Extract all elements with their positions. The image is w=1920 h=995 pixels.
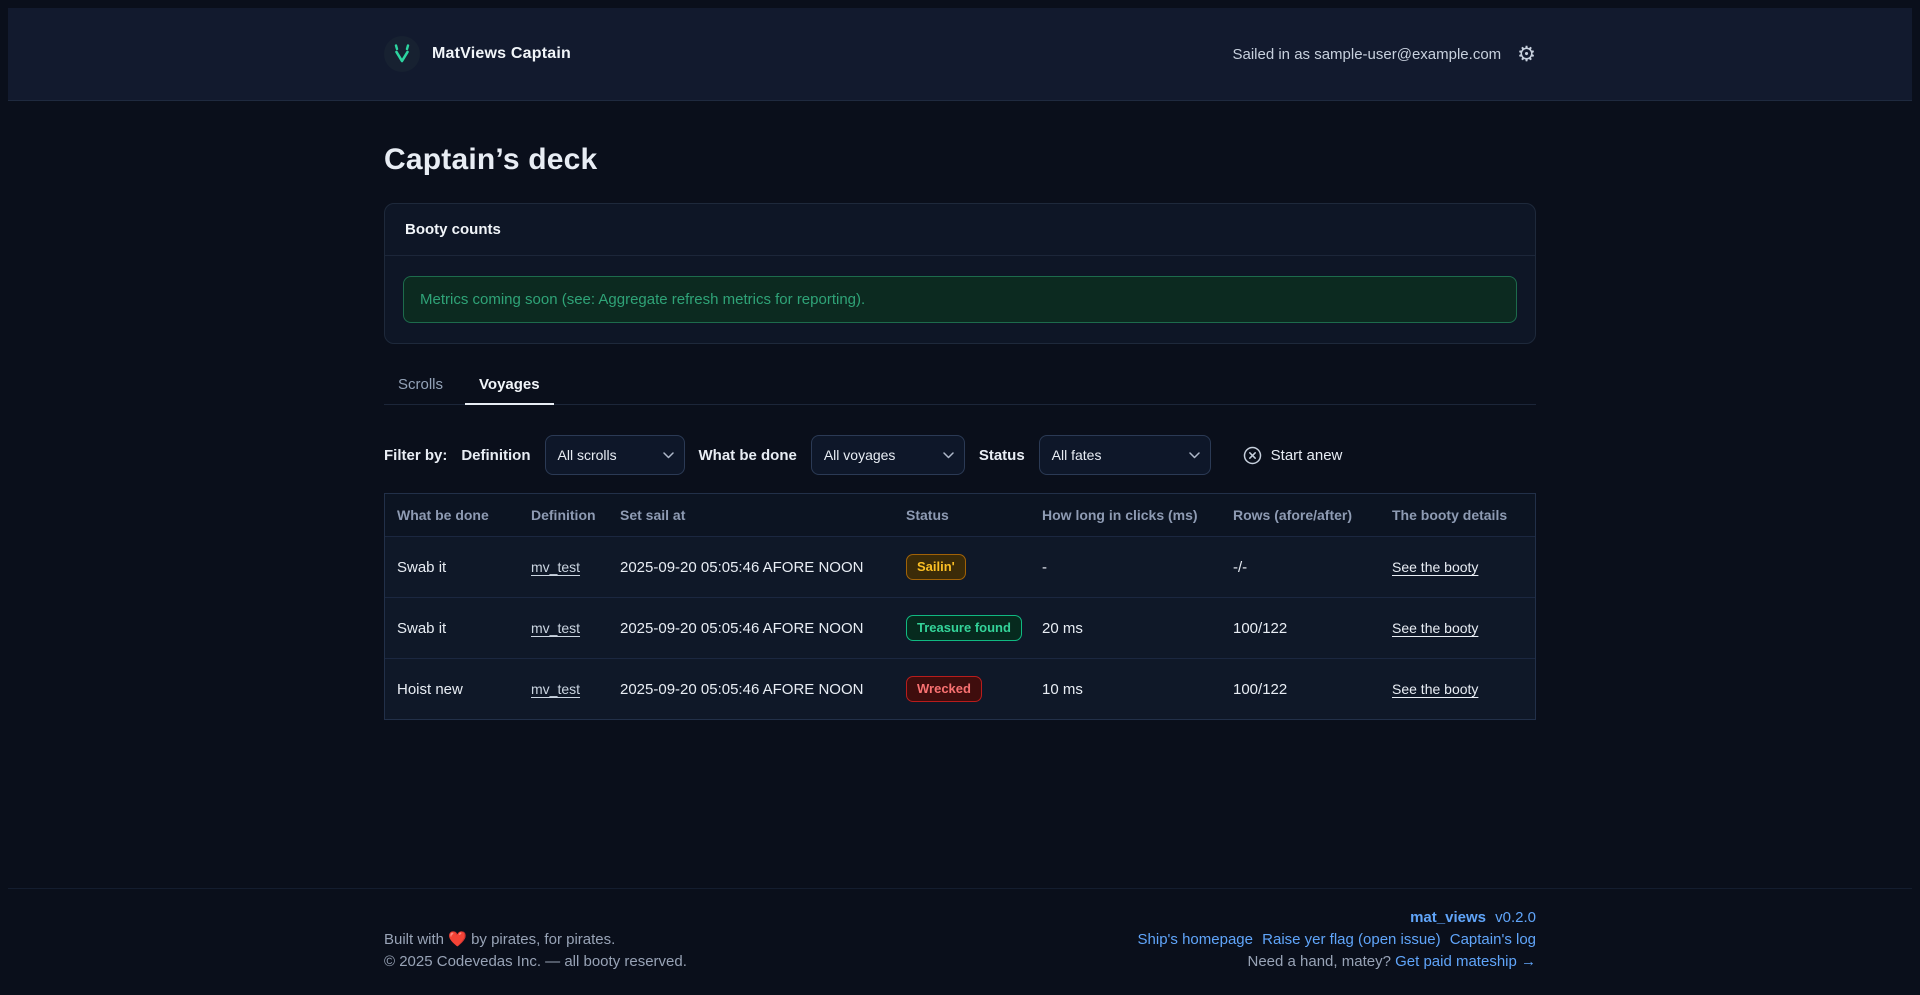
col-set-sail-at: Set sail at	[620, 507, 686, 523]
tab-bar: Scrolls Voyages	[384, 366, 1536, 405]
heart-icon: ❤️	[448, 931, 467, 948]
see-the-booty-link[interactable]: See the booty	[1392, 620, 1478, 636]
reset-filters-label: Start anew	[1270, 446, 1343, 464]
col-status: Status	[906, 507, 949, 523]
status-badge: Treasure found	[906, 615, 1022, 641]
cell-duration: 10 ms	[1030, 658, 1221, 719]
metrics-card-title: Booty counts	[385, 204, 1535, 256]
footer-links: mat_views v0.2.0 Ship's homepage Raise y…	[1138, 907, 1536, 973]
status-badge: Sailin'	[906, 554, 966, 580]
status-badge: Wrecked	[906, 676, 982, 702]
status-filter-select[interactable]: All fates	[1038, 435, 1211, 475]
footer-credits: Built with ❤️ by pirates, for pirates. ©…	[384, 929, 687, 973]
see-the-booty-link[interactable]: See the booty	[1392, 681, 1478, 697]
built-with-text: Built with	[384, 931, 445, 948]
captains-log-link[interactable]: Captain's log	[1450, 931, 1536, 948]
cell-rows: 100/122	[1221, 658, 1380, 719]
chevron-down-icon	[943, 451, 954, 458]
signed-in-status: Sailed in as sample-user@example.com	[1232, 45, 1502, 63]
col-operation: What be done	[397, 507, 489, 523]
cell-set-sail-at: 2025-09-20 05:05:46 AFORE NOON	[608, 536, 894, 598]
operation-filter-label: What be done	[698, 446, 797, 464]
cell-set-sail-at: 2025-09-20 05:05:46 AFORE NOON	[608, 658, 894, 719]
operation-filter-value: All voyages	[823, 447, 896, 463]
col-definition: Definition	[531, 507, 596, 523]
definition-filter-label: Definition	[461, 446, 531, 464]
tab-voyages[interactable]: Voyages	[465, 366, 554, 405]
status-filter-label: Status	[978, 446, 1025, 464]
definition-filter-select[interactable]: All scrolls	[544, 435, 685, 475]
metrics-card: Booty counts Metrics coming soon (see: A…	[384, 203, 1536, 344]
brand: MatViews Captain	[384, 36, 571, 72]
chevron-down-icon	[1188, 451, 1200, 458]
page-title: Captain’s deck	[384, 143, 598, 176]
circle-x-icon	[1243, 446, 1261, 464]
support-prompt: Need a hand, matey?	[1247, 953, 1396, 970]
cell-set-sail-at: 2025-09-20 05:05:46 AFORE NOON	[608, 597, 894, 659]
operation-filter-select[interactable]: All voyages	[810, 435, 965, 475]
table-row: Hoist new mv_test 2025-09-20 05:05:46 AF…	[385, 658, 1535, 719]
brand-title: MatViews Captain	[432, 45, 571, 62]
definition-link[interactable]: mv_test	[531, 559, 580, 575]
product-name-link[interactable]: mat_views	[1410, 909, 1486, 926]
copyright-text: © 2025 Codevedas Inc. — all booty reserv…	[384, 953, 687, 970]
table-row: Swab it mv_test 2025-09-20 05:05:46 AFOR…	[385, 597, 1535, 659]
cell-rows: 100/122	[1221, 597, 1380, 659]
raise-yer-flag-link[interactable]: Raise yer flag (open issue)	[1262, 931, 1440, 948]
cell-duration: -	[1030, 536, 1221, 598]
cell-operation: Swab it	[385, 597, 519, 659]
definition-link[interactable]: mv_test	[531, 681, 580, 697]
filter-by-label: Filter by:	[384, 446, 448, 464]
chevron-down-icon	[662, 451, 674, 458]
cell-operation: Hoist new	[385, 658, 519, 719]
metrics-coming-soon-banner: Metrics coming soon (see: Aggregate refr…	[403, 276, 1517, 323]
cell-duration: 20 ms	[1030, 597, 1221, 659]
matviews-logo-icon	[384, 36, 420, 72]
built-with-suffix: by pirates, for pirates.	[471, 931, 616, 948]
get-paid-mateship-link[interactable]: Get paid mateship →	[1395, 953, 1536, 970]
definition-link[interactable]: mv_test	[531, 620, 580, 636]
status-filter-value: All fates	[1051, 447, 1102, 463]
col-rows: Rows (afore/after)	[1233, 507, 1353, 523]
settings-gear-icon[interactable]: ⚙	[1517, 44, 1536, 65]
col-details: The booty details	[1392, 507, 1508, 523]
see-the-booty-link[interactable]: See the booty	[1392, 559, 1478, 575]
filter-bar: Filter by: Definition All scrolls What b…	[384, 435, 1536, 475]
table-header-row: What be done Definition Set sail at Stat…	[385, 494, 1535, 537]
table-row: Swab it mv_test 2025-09-20 05:05:46 AFOR…	[385, 536, 1535, 598]
app-footer: Built with ❤️ by pirates, for pirates. ©…	[8, 888, 1912, 987]
voyages-table: What be done Definition Set sail at Stat…	[384, 493, 1536, 720]
version-text: v0.2.0	[1490, 909, 1536, 926]
col-duration: How long in clicks (ms)	[1042, 507, 1198, 523]
cell-rows: -/-	[1221, 536, 1380, 598]
tab-scrolls[interactable]: Scrolls	[384, 366, 457, 404]
definition-filter-value: All scrolls	[557, 447, 617, 463]
cell-operation: Swab it	[385, 536, 519, 598]
app-header: MatViews Captain Sailed in as sample-use…	[8, 8, 1912, 101]
ships-homepage-link[interactable]: Ship's homepage	[1138, 931, 1253, 948]
reset-filters-button[interactable]: Start anew	[1239, 440, 1347, 471]
